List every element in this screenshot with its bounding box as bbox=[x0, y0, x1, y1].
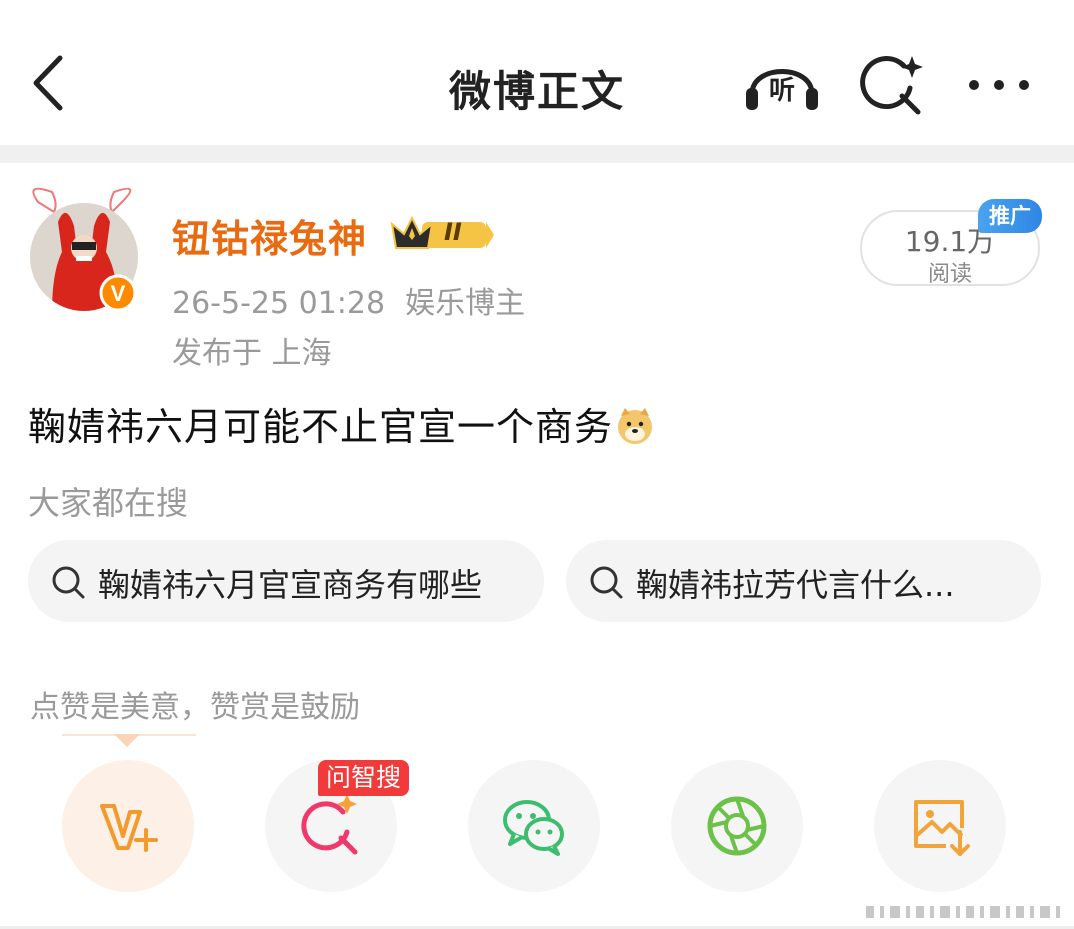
member-crown-badge[interactable]: II bbox=[388, 212, 496, 256]
sparkle-search-icon bbox=[860, 56, 923, 115]
post-content: 鞠婧祎六月可能不止官宣一个商务 bbox=[28, 396, 655, 451]
post-text: 鞠婧祎六月可能不止官宣一个商务 bbox=[28, 405, 614, 449]
moments-icon bbox=[707, 796, 767, 856]
svg-text:V: V bbox=[111, 281, 126, 306]
member-level: II bbox=[444, 218, 462, 246]
bunny-ears-avatar-image: V bbox=[30, 187, 138, 312]
hot-search-chip[interactable]: 鞠婧祎六月官宣商务有哪些 bbox=[28, 540, 544, 622]
scroll-indicator bbox=[866, 904, 1062, 920]
search-icon bbox=[52, 566, 85, 599]
top-nav-bar: 微博正文 听 bbox=[0, 0, 1074, 145]
reads-label: 阅读 bbox=[927, 262, 972, 287]
save-image-button[interactable] bbox=[874, 760, 1006, 892]
listen-button[interactable]: 听 bbox=[742, 54, 822, 114]
support-hint: 点赞是美意，赞赏是鼓励 bbox=[30, 690, 360, 725]
author-avatar[interactable]: V bbox=[18, 182, 148, 317]
post-meta: 26-5-25 01:28 娱乐博主 bbox=[172, 278, 525, 322]
author-category: 娱乐博主 bbox=[405, 286, 526, 321]
more-options-button[interactable] bbox=[964, 70, 1034, 100]
hot-search-label: 鞠婧祎六月官宣商务有哪些 bbox=[98, 566, 483, 604]
search-icon bbox=[590, 566, 623, 599]
ai-search-tag: 问智搜 bbox=[318, 760, 410, 796]
hot-search-title: 大家都在搜 bbox=[28, 484, 189, 522]
listen-label: 听 bbox=[768, 76, 795, 106]
save-image-icon bbox=[914, 800, 970, 856]
promo-tag: 推广 bbox=[978, 199, 1042, 233]
ai-search-button[interactable] bbox=[860, 54, 926, 116]
post-datetime: 26-5-25 01:28 bbox=[172, 286, 386, 321]
tooltip-arrow bbox=[114, 734, 140, 747]
ai-search-icon bbox=[301, 794, 358, 855]
author-name[interactable]: 钮钴禄兔神 bbox=[172, 208, 367, 263]
crown-icon bbox=[390, 215, 494, 249]
post-location: 发布于 上海 bbox=[172, 336, 332, 371]
more-dots-icon bbox=[969, 80, 1029, 90]
wechat-share-button[interactable] bbox=[468, 760, 600, 892]
hot-search-label: 鞠婧祎拉芳代言什么... bbox=[636, 566, 955, 604]
section-divider bbox=[0, 145, 1074, 163]
wechat-icon bbox=[503, 800, 564, 856]
moments-share-button[interactable] bbox=[671, 760, 803, 892]
doge-emoji-icon bbox=[618, 408, 653, 444]
hot-search-chip[interactable]: 鞠婧祎拉芳代言什么... bbox=[566, 540, 1041, 622]
v-plus-icon bbox=[100, 804, 158, 852]
v-plus-reward-button[interactable] bbox=[62, 760, 194, 892]
